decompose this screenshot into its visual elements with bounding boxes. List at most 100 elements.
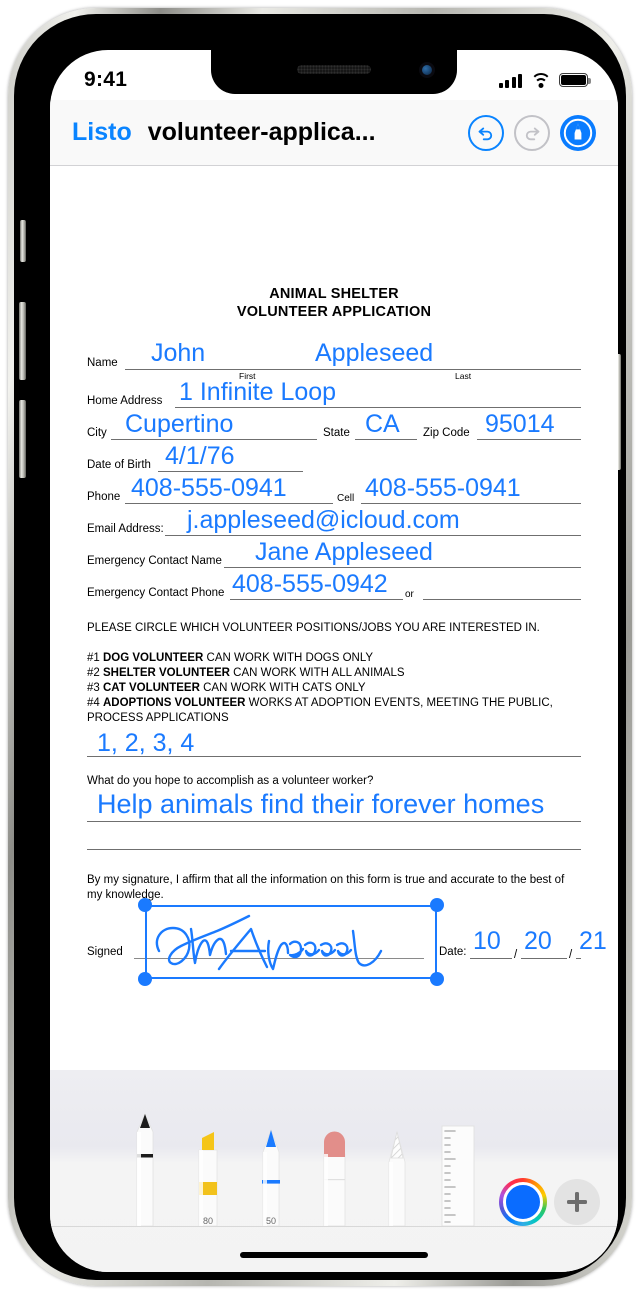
document-scroll-area[interactable]: ANIMAL SHELTER VOLUNTEER APPLICATION Nam… (50, 167, 618, 1070)
lasso-tool[interactable] (380, 1126, 414, 1227)
selection-handle-top-right[interactable] (430, 898, 444, 912)
form-heading: ANIMAL SHELTER VOLUNTEER APPLICATION (87, 285, 581, 321)
position-desc: CAN WORK WITH CATS ONLY (199, 682, 366, 694)
position-num: #3 (87, 682, 103, 694)
field-row-emergency-phone: Emergency Contact Phone 408-555-0942 or (87, 572, 581, 607)
eraser-tool[interactable] (316, 1124, 352, 1227)
position-num: #4 (87, 697, 103, 709)
redo-arrow-icon (525, 127, 540, 140)
emergency-name-value[interactable]: Jane Appleseed (255, 540, 433, 565)
emergency-phone-underline (230, 599, 403, 600)
markup-toolbar: 80 50 (50, 1070, 618, 1272)
city-label: City (87, 427, 107, 439)
positions-list: #1 DOG VOLUNTEER CAN WORK WITH DOGS ONLY… (87, 651, 581, 726)
date-day-value[interactable]: 20 (524, 929, 552, 954)
email-value[interactable]: j.appleseed@icloud.com (187, 508, 460, 533)
add-tool-button[interactable] (554, 1179, 600, 1225)
markup-button[interactable] (560, 114, 596, 151)
state-underline (355, 439, 417, 440)
field-row-city-state-zip: City Cupertino State CA Zip Code 95014 (87, 412, 581, 447)
highlighter-opacity-label: 80 (202, 1216, 213, 1226)
home-address-underline (175, 407, 581, 408)
pen-tool[interactable] (128, 1108, 162, 1227)
city-underline (111, 439, 317, 440)
marker-opacity-label: 50 (265, 1216, 276, 1226)
goal-answer-value[interactable]: Help animals find their forever homes (97, 791, 544, 818)
selection-handle-top-left[interactable] (138, 898, 152, 912)
name-first-value[interactable]: John (151, 341, 205, 366)
earpiece-speaker (297, 65, 371, 74)
redo-button[interactable] (514, 114, 550, 151)
marker-tool[interactable]: 50 (254, 1120, 288, 1227)
position-role: ADOPTIONS VOLUNTEER (103, 697, 246, 709)
eraser-tool-icon (323, 1131, 346, 1227)
field-row-signature: Signed Date: 10 / 20 / 21 (87, 898, 607, 991)
date-year-value[interactable]: 21 (579, 929, 607, 954)
position-item: #1 DOG VOLUNTEER CAN WORK WITH DOGS ONLY (87, 651, 581, 666)
home-address-value[interactable]: 1 Infinite Loop (179, 380, 336, 405)
color-picker-button[interactable] (499, 1178, 547, 1226)
selection-handle-bottom-left[interactable] (138, 972, 152, 986)
cell-value[interactable]: 408-555-0941 (365, 476, 521, 501)
position-item: #3 CAT VOLUNTEER CAN WORK WITH CATS ONLY (87, 681, 581, 696)
ruler-tool[interactable] (436, 1122, 476, 1227)
home-indicator[interactable] (240, 1252, 428, 1258)
selected-color-swatch (503, 1182, 543, 1222)
state-value[interactable]: CA (365, 412, 400, 437)
done-button[interactable]: Listo (72, 118, 132, 147)
markup-pen-icon (563, 118, 593, 147)
document-title: volunteer-applica... (147, 118, 376, 146)
zip-label: Zip Code (423, 427, 470, 439)
battery-icon (559, 73, 591, 87)
cell-underline (361, 503, 581, 504)
selection-handle-bottom-right[interactable] (430, 972, 444, 986)
last-caption: Last (455, 371, 472, 381)
goal-question: What do you hope to accomplish as a volu… (87, 775, 374, 787)
phone-underline (125, 503, 333, 504)
name-last-value[interactable]: Appleseed (315, 341, 433, 366)
volume-up-button[interactable] (19, 302, 26, 380)
phone-value[interactable]: 408-555-0941 (131, 476, 287, 501)
navigation-bar: Listo volunteer-applica... (50, 100, 618, 166)
date-month-value[interactable]: 10 (473, 929, 501, 954)
date-sep-2: / (569, 949, 573, 961)
date-sep-1: / (514, 949, 518, 961)
lasso-tool-icon (388, 1130, 406, 1227)
dob-label: Date of Birth (87, 459, 151, 471)
signed-label: Signed (87, 946, 123, 958)
phone-label: Phone (87, 491, 121, 503)
status-indicators (498, 72, 591, 88)
position-item: #4 ADOPTIONS VOLUNTEER WORKS AT ADOPTION… (87, 696, 581, 726)
city-value[interactable]: Cupertino (125, 412, 233, 437)
undo-button[interactable] (468, 114, 504, 151)
volume-down-button[interactable] (19, 400, 26, 478)
positions-answer-value[interactable]: 1, 2, 3, 4 (97, 731, 194, 756)
notch (211, 50, 457, 94)
email-label: Email Address: (87, 523, 164, 535)
highlighter-tool[interactable]: 80 (191, 1120, 225, 1227)
field-row-positions-answer: 1, 2, 3, 4 (87, 730, 581, 760)
position-role: CAT VOLUNTEER (103, 682, 200, 694)
signature-selection-box[interactable] (145, 905, 437, 979)
wifi-icon (530, 72, 551, 88)
emergency-name-underline (224, 567, 581, 568)
email-underline (165, 535, 581, 536)
position-desc: CAN WORK WITH ALL ANIMALS (229, 667, 405, 679)
zip-value[interactable]: 95014 (485, 412, 555, 437)
signal-bars-icon (498, 73, 522, 88)
name-label: Name (87, 357, 118, 369)
date-day-underline (521, 958, 567, 959)
emergency-name-label: Emergency Contact Name (87, 555, 222, 567)
field-row-goal-answer: Help animals find their forever homes (87, 791, 581, 823)
dob-value[interactable]: 4/1/76 (165, 444, 235, 469)
home-address-label: Home Address (87, 395, 163, 407)
phone-body: 9:41 Listo volunteer-applica... ANIMAL S… (14, 14, 626, 1280)
device-screen: 9:41 Listo volunteer-applica... ANIMAL S… (50, 50, 618, 1272)
position-role: SHELTER VOLUNTEER (103, 667, 230, 679)
emergency-phone-label: Emergency Contact Phone (87, 587, 225, 599)
status-clock: 9:41 (84, 68, 128, 91)
mute-switch[interactable] (20, 220, 26, 262)
undo-arrow-icon (478, 127, 493, 140)
screenshot-stage: 9:41 Listo volunteer-applica... ANIMAL S… (0, 0, 640, 1294)
emergency-phone-value[interactable]: 408-555-0942 (232, 572, 388, 597)
